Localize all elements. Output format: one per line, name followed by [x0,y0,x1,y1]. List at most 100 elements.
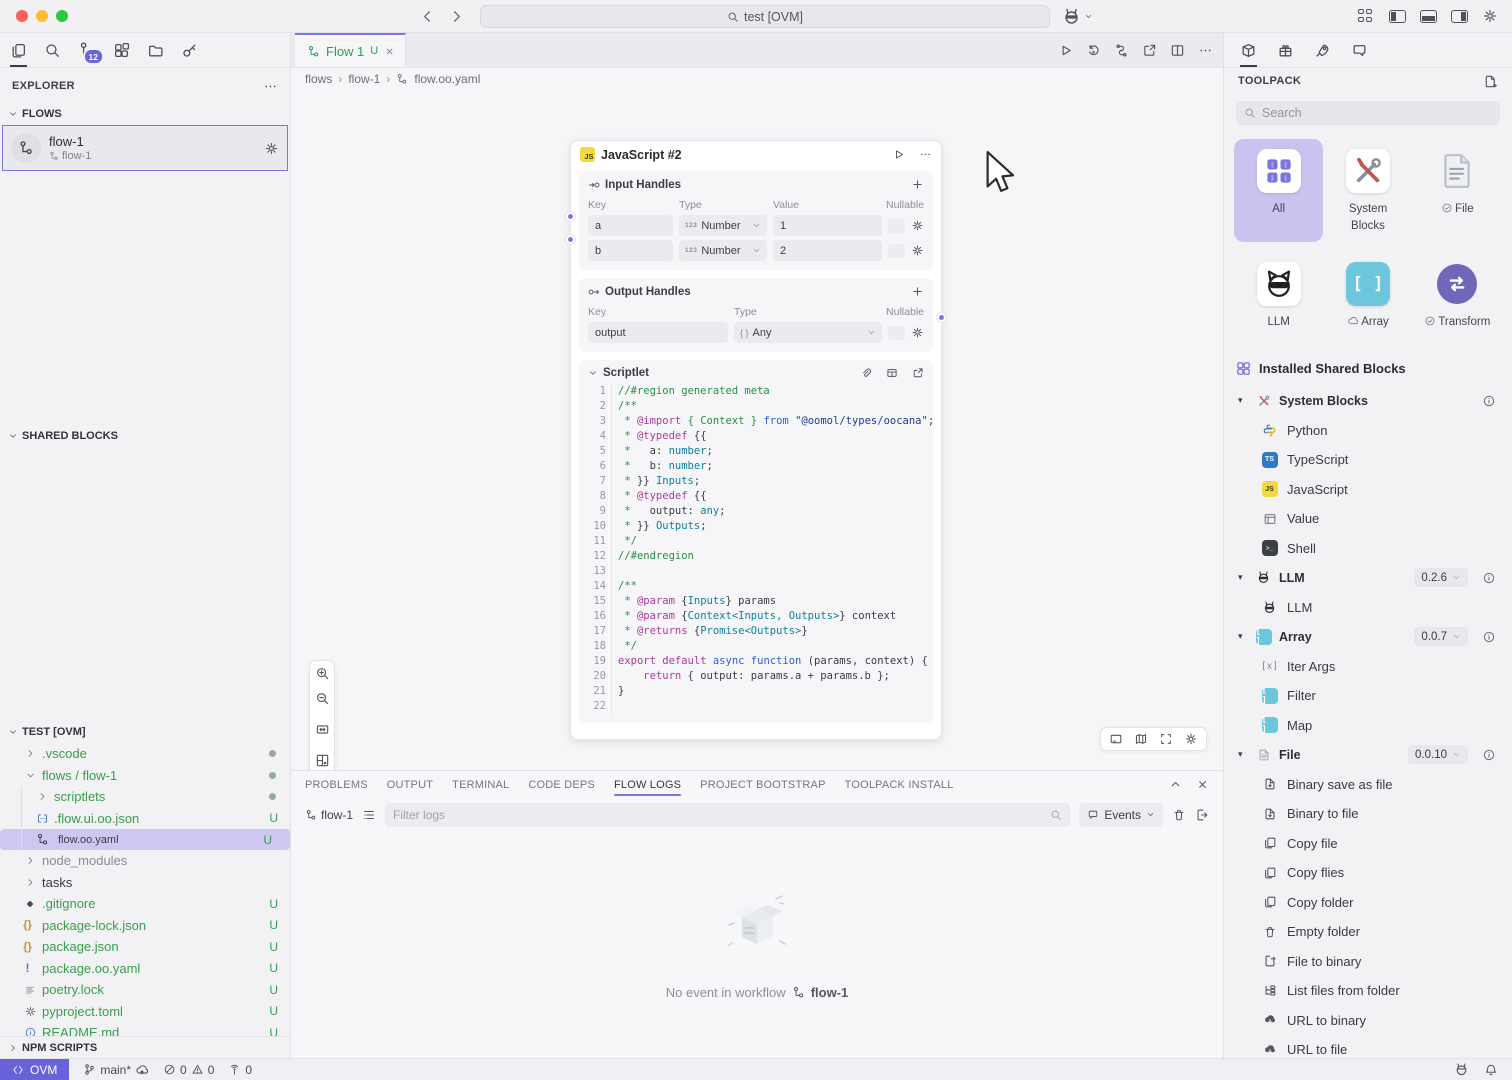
panel-tab-terminal[interactable]: TERMINAL [452,771,509,798]
output-handle-dot[interactable] [937,313,946,322]
version-selector[interactable]: 0.2.6 [1414,568,1468,587]
ports-indicator[interactable]: 0 [228,1063,252,1077]
block-item-map[interactable]: [ ]Map [1230,710,1506,740]
oomol-cat-icon[interactable] [1454,1062,1469,1077]
attach-icon[interactable] [860,367,872,379]
search-icon[interactable] [44,42,61,59]
handle-type-select[interactable]: { }Any [734,322,882,343]
folder-icon[interactable] [147,42,164,59]
tree-item-flows-flow-1[interactable]: flows / flow-1 [0,765,290,787]
block-item-binary-to-file[interactable]: Binary to file [1230,799,1506,829]
block-group-file[interactable]: ▾File0.0.10 [1230,740,1506,770]
tree-item-pyproject-toml[interactable]: pyproject.tomlU [0,1001,290,1023]
run-node-icon[interactable] [892,148,905,161]
publish-cloud-icon[interactable] [135,1063,149,1077]
more-actions-icon[interactable] [1198,43,1213,58]
input-handle-dot-a[interactable] [566,212,575,221]
npm-scripts-section-header[interactable]: NPM SCRIPTS [0,1036,290,1058]
toggle-left-sidebar-icon[interactable] [1389,10,1406,23]
flows-section-header[interactable]: FLOWS [0,103,290,125]
git-branch-indicator[interactable]: main* [83,1063,149,1077]
breadcrumb-segment[interactable]: flows [305,72,332,86]
close-window-button[interactable] [16,10,28,22]
handle-value-field[interactable]: 2 [773,240,882,261]
export-logs-icon[interactable] [1195,808,1209,822]
nullable-checkbox[interactable] [888,219,905,233]
command-center-search[interactable]: test [OVM] [480,5,1050,28]
fit-view-icon[interactable] [315,722,330,737]
node-javascript-2[interactable]: JS JavaScript #2 Input Handles Key Type … [570,140,942,740]
block-item-value[interactable]: Value [1230,504,1506,534]
rocket-icon[interactable] [1314,42,1331,59]
flow-settings-gear-icon[interactable] [264,141,279,156]
fullscreen-icon[interactable] [1159,732,1173,746]
breadcrumb-segment[interactable]: flow.oo.yaml [414,72,480,86]
info-icon[interactable] [1482,748,1496,762]
handle-value-field[interactable]: 1 [773,215,882,236]
block-group-array[interactable]: ▾[ ]Array0.0.7 [1230,622,1506,652]
tree-item--vscode[interactable]: .vscode [0,743,290,765]
toolpack-tile-array[interactable]: [ ]Array [1323,252,1412,338]
toolpack-icon[interactable] [1240,42,1257,59]
block-item-copy-folder[interactable]: Copy folder [1230,887,1506,917]
tree-item-tasks[interactable]: tasks [0,872,290,894]
zoom-out-icon[interactable] [315,691,330,706]
oomol-menu[interactable] [1062,7,1093,26]
panel-tab-project-bootstrap[interactable]: PROJECT BOOTSTRAP [700,771,825,798]
rerun-icon[interactable] [1086,43,1101,58]
problems-indicator[interactable]: 0 0 [163,1063,214,1077]
block-item-list-files-from-folder[interactable]: List files from folder [1230,976,1506,1006]
close-panel-icon[interactable] [1196,778,1209,791]
add-output-icon[interactable] [911,285,924,298]
remote-indicator[interactable]: OVM [0,1059,69,1080]
block-group-system-blocks[interactable]: ▾System Blocks [1230,386,1506,416]
filter-logs-input[interactable]: Filter logs [385,803,1070,827]
toolpack-tile-file[interactable]: File [1413,139,1502,242]
run-flow-icon[interactable] [1058,43,1073,58]
toggle-right-sidebar-icon[interactable] [1451,10,1468,23]
history-back-icon[interactable] [420,9,435,24]
canvas-settings-gear-icon[interactable] [1184,732,1198,746]
block-group-llm[interactable]: ▾LLM0.2.6 [1230,563,1506,593]
history-forward-icon[interactable] [449,9,464,24]
info-icon[interactable] [1482,394,1496,408]
panel-tab-code-deps[interactable]: CODE DEPS [528,771,595,798]
input-handle-dot-b[interactable] [566,235,575,244]
table-view-icon[interactable] [886,367,898,379]
scriptlet-code[interactable]: 1//#region generated meta2/**3 * @import… [588,384,924,714]
new-toolpack-icon[interactable] [1483,74,1498,89]
shared-blocks-section-header[interactable]: SHARED BLOCKS [0,425,290,447]
collapse-caret-icon[interactable]: ▾ [1238,631,1248,642]
open-in-editor-icon[interactable] [912,367,924,379]
blocks-icon[interactable] [113,42,130,59]
zoom-in-icon[interactable] [315,666,330,681]
handle-type-select[interactable]: 123Number [679,215,767,236]
handle-type-select[interactable]: 123Number [679,240,767,261]
split-editor-icon[interactable] [1170,43,1185,58]
block-item-shell[interactable]: >_Shell [1230,533,1506,563]
customize-layout-icon[interactable] [1358,9,1375,23]
toolpack-tile-llm[interactable]: LLM [1234,252,1323,338]
minimize-window-button[interactable] [36,10,48,22]
block-item-iter-args[interactable]: [x]Iter Args [1230,651,1506,681]
handle-settings-gear-icon[interactable] [911,326,924,339]
panel-tab-flow-logs[interactable]: FLOW LOGS [614,771,681,798]
panel-tab-problems[interactable]: PROBLEMS [305,771,368,798]
block-item-file-to-binary[interactable]: File to binary [1230,946,1506,976]
flows-icon[interactable]: 12 [78,41,96,59]
minimap-icon[interactable] [1134,732,1148,746]
flow-list-item[interactable]: flow-1 flow-1 [2,125,288,171]
tab-flow-1[interactable]: Flow 1 U [295,33,406,67]
panel-flow-selector[interactable]: flow-1 [305,808,353,822]
toolpack-tile-transform[interactable]: Transform [1413,252,1502,338]
more-actions-icon[interactable] [263,79,278,94]
tree-item-package-lock-json[interactable]: {}package-lock.jsonU [0,915,290,937]
panel-view-icon[interactable] [1109,732,1123,746]
tree-item-scriptlets[interactable]: scriptlets [0,786,290,808]
collapse-caret-icon[interactable]: ▾ [1238,749,1248,760]
toggle-bottom-panel-icon[interactable] [1420,10,1437,23]
block-item-llm[interactable]: LLM [1230,592,1506,622]
export-icon[interactable] [1142,43,1157,58]
clear-logs-icon[interactable] [1172,808,1186,822]
toolpack-tile-all[interactable]: All [1234,139,1323,242]
